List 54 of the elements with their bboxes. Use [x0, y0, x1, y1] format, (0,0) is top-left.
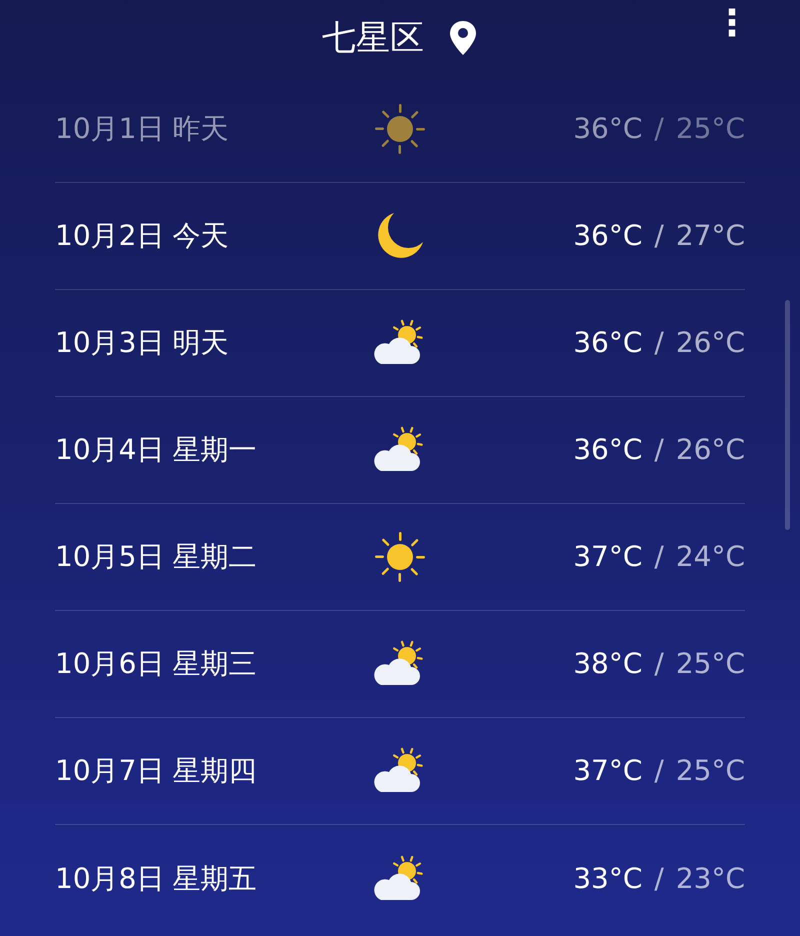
- scrollbar[interactable]: [785, 300, 790, 530]
- date-label: 10月7日: [55, 753, 164, 789]
- location-title: 七星区: [322, 16, 424, 60]
- high-temperature: 36°C: [573, 111, 642, 147]
- forecast-row[interactable]: 10月2日 今天 36°C / 27°C: [55, 183, 745, 290]
- day-label: 星期四: [172, 753, 256, 789]
- low-temperature: 23°C: [676, 860, 745, 896]
- forecast-row[interactable]: 10月5日 星期二 37°C / 24°C: [55, 504, 745, 611]
- date-label: 10月3日: [55, 325, 164, 361]
- high-temperature: 36°C: [573, 325, 642, 361]
- low-temperature: 26°C: [676, 432, 745, 468]
- date-label: 10月5日: [55, 539, 164, 575]
- temperature-separator: /: [654, 432, 664, 468]
- more-menu-button[interactable]: ⋮: [714, 6, 750, 42]
- forecast-row[interactable]: 10月4日 星期一 36°C / 26°C: [55, 397, 745, 504]
- temperature-separator: /: [654, 325, 664, 361]
- high-temperature: 37°C: [573, 753, 642, 789]
- day-label: 今天: [172, 218, 228, 254]
- temperature-separator: /: [654, 646, 664, 682]
- temperature-separator: /: [654, 753, 664, 789]
- forecast-row[interactable]: 10月3日 明天 36°C / 26°C: [55, 290, 745, 397]
- date-label: 10月4日: [55, 432, 164, 468]
- forecast-row[interactable]: 10月1日 昨天 36°C / 25°C: [55, 76, 745, 183]
- low-temperature: 25°C: [676, 646, 745, 682]
- low-temperature: 25°C: [676, 111, 745, 147]
- low-temperature: 24°C: [676, 539, 745, 575]
- day-label: 星期三: [172, 646, 256, 682]
- temperature-separator: /: [654, 539, 664, 575]
- day-label: 星期二: [172, 539, 256, 575]
- low-temperature: 27°C: [676, 218, 745, 254]
- sun-icon: [372, 529, 428, 585]
- day-label: 星期一: [172, 432, 256, 468]
- date-label: 10月6日: [55, 646, 164, 682]
- date-label: 10月1日: [55, 111, 164, 147]
- temperature-separator: /: [654, 111, 664, 147]
- forecast-row[interactable]: 10月8日 星期五 33°C / 23°C: [55, 825, 745, 932]
- high-temperature: 38°C: [573, 646, 642, 682]
- low-temperature: 25°C: [676, 753, 745, 789]
- forecast-row[interactable]: 10月6日 星期三 38°C / 25°C: [55, 611, 745, 718]
- low-temperature: 26°C: [676, 325, 745, 361]
- temperature-separator: /: [654, 860, 664, 896]
- temperature-separator: /: [654, 218, 664, 254]
- high-temperature: 36°C: [573, 432, 642, 468]
- high-temperature: 36°C: [573, 218, 642, 254]
- location-pin-icon[interactable]: [448, 20, 478, 56]
- forecast-row[interactable]: 10月7日 星期四 37°C / 25°C: [55, 718, 745, 825]
- sun-icon: [372, 101, 428, 157]
- date-label: 10月8日: [55, 860, 164, 896]
- day-label: 明天: [172, 325, 228, 361]
- high-temperature: 37°C: [573, 539, 642, 575]
- date-label: 10月2日: [55, 218, 164, 254]
- day-label: 昨天: [172, 111, 228, 147]
- day-label: 星期五: [172, 860, 256, 896]
- high-temperature: 33°C: [573, 860, 642, 896]
